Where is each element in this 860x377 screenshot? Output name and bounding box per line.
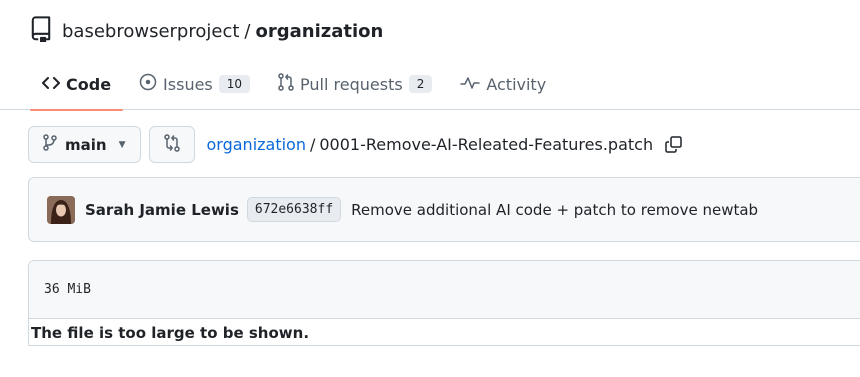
chevron-down-icon: ▼ [118, 139, 126, 150]
issues-count-badge: 10 [218, 75, 251, 93]
tab-pull-requests[interactable]: Pull requests 2 [264, 58, 446, 110]
path-bar: main ▼ organization / 0001-Remove-AI-Rel… [28, 126, 682, 163]
commit-sha-link[interactable]: 672e6638ff [246, 197, 342, 222]
repo-tabs: Code Issues 10 Pull requests 2 Activity [28, 58, 560, 111]
repo-header: basebrowserproject / organization Code Iss… [0, 0, 860, 111]
tab-issues-label: Issues [163, 74, 213, 94]
tab-code[interactable]: Code [28, 58, 125, 111]
tab-issues[interactable]: Issues 10 [125, 58, 264, 110]
commit-message-link[interactable]: Remove additional AI code + patch to rem… [351, 201, 758, 219]
pulse-icon [460, 75, 481, 94]
file-header: 36 MiB [29, 261, 860, 319]
pull-requests-count-badge: 2 [408, 75, 433, 93]
repo-owner-link[interactable]: basebrowserproject [62, 21, 239, 42]
code-icon [42, 75, 60, 94]
git-branch-icon [43, 134, 57, 155]
git-compare-icon [163, 133, 180, 156]
tab-activity[interactable]: Activity [446, 58, 560, 110]
copy-path-icon[interactable] [665, 136, 682, 153]
breadcrumb: organization / 0001-Remove-AI-Releated-F… [207, 135, 683, 154]
branch-select-button[interactable]: main ▼ [28, 126, 141, 163]
tab-code-label: Code [66, 74, 112, 94]
branch-name: main [65, 135, 107, 154]
latest-commit-box: Sarah Jamie Lewis 672e6638ff Remove addi… [28, 177, 860, 242]
commit-author-link[interactable]: Sarah Jamie Lewis [85, 201, 239, 219]
repo-icon [30, 15, 52, 47]
git-pull-request-icon [278, 73, 294, 95]
tab-activity-label: Activity [486, 74, 547, 94]
issue-opened-icon [139, 73, 157, 95]
file-too-large-message: The file is too large to be shown. [31, 323, 310, 342]
breadcrumb-file-name: 0001-Remove-AI-Releated-Features.patch [319, 135, 654, 154]
file-viewer: 36 MiB The file is too large to be shown… [28, 260, 860, 346]
avatar[interactable] [47, 195, 75, 224]
repo-title: basebrowserproject / organization [30, 15, 383, 47]
compare-button[interactable] [148, 126, 195, 163]
file-size: 36 MiB [44, 282, 91, 297]
repo-name-link[interactable]: organization [255, 21, 383, 42]
breadcrumb-repo-link[interactable]: organization [207, 135, 306, 154]
repo-separator: / [244, 20, 251, 42]
breadcrumb-separator: / [309, 135, 316, 154]
tab-pull-requests-label: Pull requests [300, 74, 403, 94]
